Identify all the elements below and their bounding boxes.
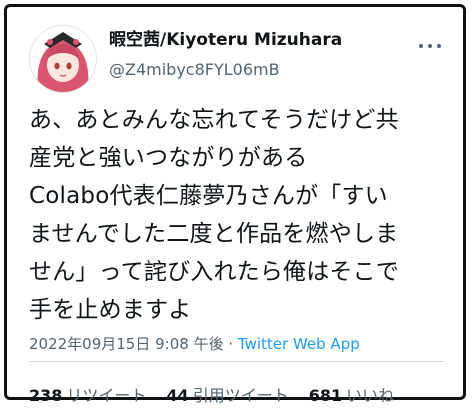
author-names: 暇空茜/Kiyoteru Mizuhara @Z4mibyc8FYL06mB [109, 30, 342, 80]
tweet-card: 暇空茜/Kiyoteru Mizuhara @Z4mibyc8FYL06mB あ… [4, 4, 466, 405]
retweet-count: 238 [29, 386, 63, 405]
source-link[interactable]: Twitter Web App [238, 335, 360, 353]
tweet-header: 暇空茜/Kiyoteru Mizuhara @Z4mibyc8FYL06mB [17, 17, 455, 93]
tweet: 暇空茜/Kiyoteru Mizuhara @Z4mibyc8FYL06mB あ… [17, 15, 455, 405]
tweet-meta: 2022年09月15日 9:08 午後 · Twitter Web App [29, 333, 360, 354]
avatar[interactable] [29, 25, 97, 93]
more-dot [437, 44, 441, 48]
retweet-label: リツイート [66, 386, 147, 405]
more-dot [419, 44, 423, 48]
divider [29, 361, 445, 362]
tweet-text: あ、あとみんな忘れてそうだけど共 産党と強いつながりがある Colabo代表仁藤… [29, 107, 400, 323]
more-dot [428, 44, 432, 48]
like-stat[interactable]: 681 いいね [309, 382, 394, 406]
quote-count: 44 [166, 386, 189, 405]
retweet-stat[interactable]: 238 リツイート [29, 382, 146, 406]
meta-separator: · [228, 335, 234, 353]
like-count: 681 [308, 386, 343, 405]
avatar-illustration [30, 26, 96, 92]
tweet-stats: 238 リツイート 44 引用ツイート 681 いいね [29, 382, 394, 406]
quote-stat[interactable]: 44 引用ツイート [166, 382, 288, 406]
timestamp[interactable]: 2022年09月15日 9:08 午後 [29, 335, 224, 353]
display-name[interactable]: 暇空茜/Kiyoteru Mizuhara [109, 30, 342, 50]
more-horizontal-icon[interactable] [419, 41, 441, 51]
like-label: いいね [346, 386, 395, 405]
user-handle[interactable]: @Z4mibyc8FYL06mB [109, 60, 342, 80]
quote-label: 引用ツイート [192, 386, 289, 405]
